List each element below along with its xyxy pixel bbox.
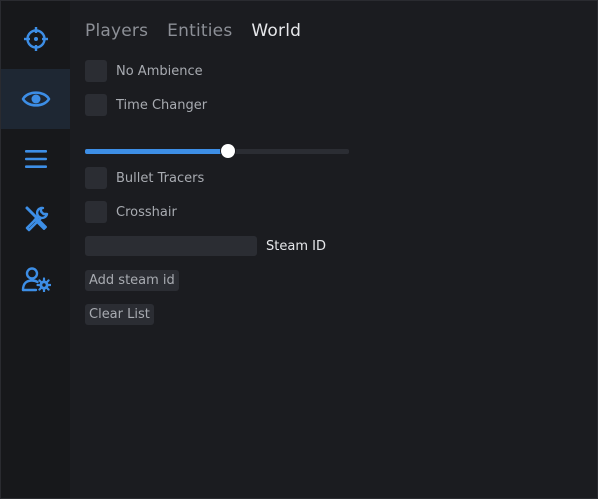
bullet-tracers-label: Bullet Tracers xyxy=(116,170,205,186)
tools-icon xyxy=(25,206,48,232)
steam-id-label: Steam ID xyxy=(266,239,326,254)
menu-icon xyxy=(24,150,47,168)
clear-list-button[interactable]: Clear List xyxy=(85,304,154,325)
slider-thumb[interactable] xyxy=(221,144,235,158)
no-ambience-option: No Ambience xyxy=(85,60,203,82)
eye-icon xyxy=(21,91,50,107)
add-steam-id-button[interactable]: Add steam id xyxy=(85,270,179,291)
time-changer-checkbox[interactable] xyxy=(85,94,107,116)
sidebar-item-tools[interactable] xyxy=(1,189,70,249)
crosshair-icon xyxy=(23,27,48,51)
sidebar-item-misc[interactable] xyxy=(1,129,70,189)
steam-id-input[interactable] xyxy=(85,236,257,256)
no-ambience-checkbox[interactable] xyxy=(85,60,107,82)
tab-entities[interactable]: Entities xyxy=(167,21,232,41)
no-ambience-label: No Ambience xyxy=(116,63,203,79)
bullet-tracers-option: Bullet Tracers xyxy=(85,167,204,189)
crosshair-checkbox[interactable] xyxy=(85,201,107,223)
time-changer-label: Time Changer xyxy=(116,97,208,113)
sidebar-item-config[interactable] xyxy=(1,249,70,309)
tab-bar: Players Entities World xyxy=(85,21,320,41)
tab-players[interactable]: Players xyxy=(85,21,148,41)
time-changer-option: Time Changer xyxy=(85,94,207,116)
slider-fill xyxy=(85,149,228,154)
tab-world[interactable]: World xyxy=(251,21,301,41)
sidebar-item-visuals[interactable] xyxy=(1,69,70,129)
app-window: Players Entities World No Ambience Time … xyxy=(0,0,598,499)
user-settings-icon xyxy=(21,267,51,292)
time-slider[interactable] xyxy=(85,144,349,158)
crosshair-label: Crosshair xyxy=(116,204,177,220)
bullet-tracers-checkbox[interactable] xyxy=(85,167,107,189)
sidebar xyxy=(1,1,70,498)
sidebar-item-aimbot[interactable] xyxy=(1,9,70,69)
crosshair-option: Crosshair xyxy=(85,201,177,223)
